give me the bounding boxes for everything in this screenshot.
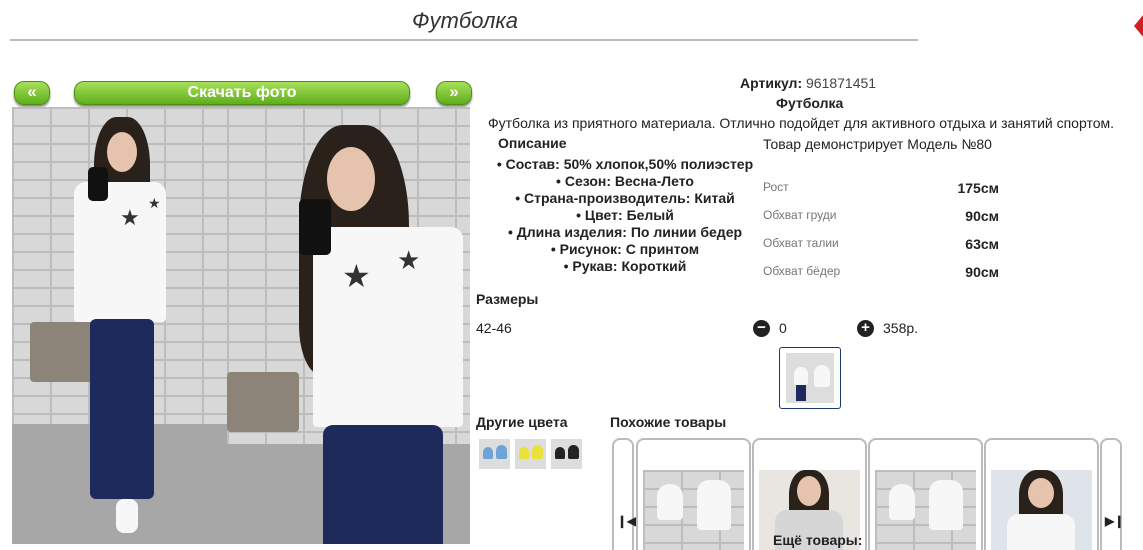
- product-name: Футболка: [776, 95, 844, 111]
- attribute-list: Состав: 50% хлопок,50% полиэстер Сезон: …: [480, 156, 770, 275]
- article-value: 961871451: [806, 75, 877, 91]
- measurements-table: Рост 175см Обхват груди 90см Обхват тали…: [763, 180, 999, 292]
- more-products-label[interactable]: Ещё товары:: [773, 532, 862, 548]
- plus-icon[interactable]: +: [857, 320, 874, 337]
- measurement-label: Обхват груди: [763, 208, 837, 222]
- photo-left-panel: ★ ★: [12, 107, 227, 544]
- size-price: 358р.: [883, 320, 919, 336]
- measurement-value: 90см: [965, 208, 999, 224]
- measurement-value: 175см: [957, 180, 999, 196]
- measurement-row: Обхват бёдер 90см: [763, 264, 999, 292]
- list-item: Длина изделия: По линии бедер: [480, 224, 770, 241]
- quantity-value[interactable]: 0: [779, 320, 787, 336]
- list-item: Рукав: Короткий: [480, 258, 770, 275]
- list-item: Состав: 50% хлопок,50% полиэстер: [480, 156, 770, 173]
- model-note: Товар демонстрирует Модель №80: [763, 136, 992, 152]
- color-thumbnail-blue[interactable]: [479, 439, 510, 469]
- sizes-heading: Размеры: [476, 291, 539, 307]
- similar-product-card[interactable]: [868, 438, 983, 550]
- minus-icon[interactable]: −: [753, 320, 770, 337]
- photo-right-panel: ★ ★: [227, 107, 470, 544]
- list-item: Сезон: Весна-Лето: [480, 173, 770, 190]
- product-photo[interactable]: ★ ★ ★ ★: [12, 107, 470, 544]
- size-label: 42-46: [476, 320, 512, 336]
- carousel-next-button[interactable]: ▶❙: [1100, 438, 1125, 550]
- title-divider: [10, 39, 918, 41]
- measurement-row: Обхват талии 63см: [763, 236, 999, 264]
- next-photo-button[interactable]: »: [436, 81, 472, 105]
- carousel-prev-button[interactable]: ❙◀: [612, 438, 637, 550]
- other-colors-heading: Другие цвета: [476, 414, 568, 430]
- article-label: Артикул:: [740, 75, 803, 91]
- prev-photo-button[interactable]: «: [14, 81, 50, 105]
- article-line: Артикул: 961871451: [740, 75, 876, 91]
- measurement-label: Обхват бёдер: [763, 264, 841, 278]
- measurement-value: 63см: [965, 236, 999, 252]
- list-item: Страна-производитель: Китай: [480, 190, 770, 207]
- measurement-value: 90см: [965, 264, 999, 280]
- photo-thumbnail[interactable]: [779, 347, 841, 409]
- chevron-right-icon: ▶❙: [1105, 514, 1125, 528]
- page-title: Футболка: [412, 8, 518, 33]
- list-item: Рисунок: С принтом: [480, 241, 770, 258]
- product-intro: Футболка из приятного материала. Отлично…: [488, 115, 1115, 131]
- similar-product-card[interactable]: [984, 438, 1099, 550]
- color-thumbnail-yellow[interactable]: [515, 439, 546, 469]
- measurement-label: Рост: [763, 180, 789, 194]
- similar-product-card[interactable]: [636, 438, 751, 550]
- list-item: Цвет: Белый: [480, 207, 770, 224]
- chevron-left-icon: ❙◀: [617, 514, 637, 528]
- measurement-row: Обхват груди 90см: [763, 208, 999, 236]
- color-thumbnail-black[interactable]: [551, 439, 582, 469]
- download-photo-button[interactable]: Скачать фото: [74, 81, 410, 105]
- corner-arrow-icon[interactable]: [1134, 14, 1143, 38]
- description-heading: Описание: [498, 135, 567, 151]
- measurement-row: Рост 175см: [763, 180, 999, 208]
- measurement-label: Обхват талии: [763, 236, 839, 250]
- similar-heading: Похожие товары: [610, 414, 727, 430]
